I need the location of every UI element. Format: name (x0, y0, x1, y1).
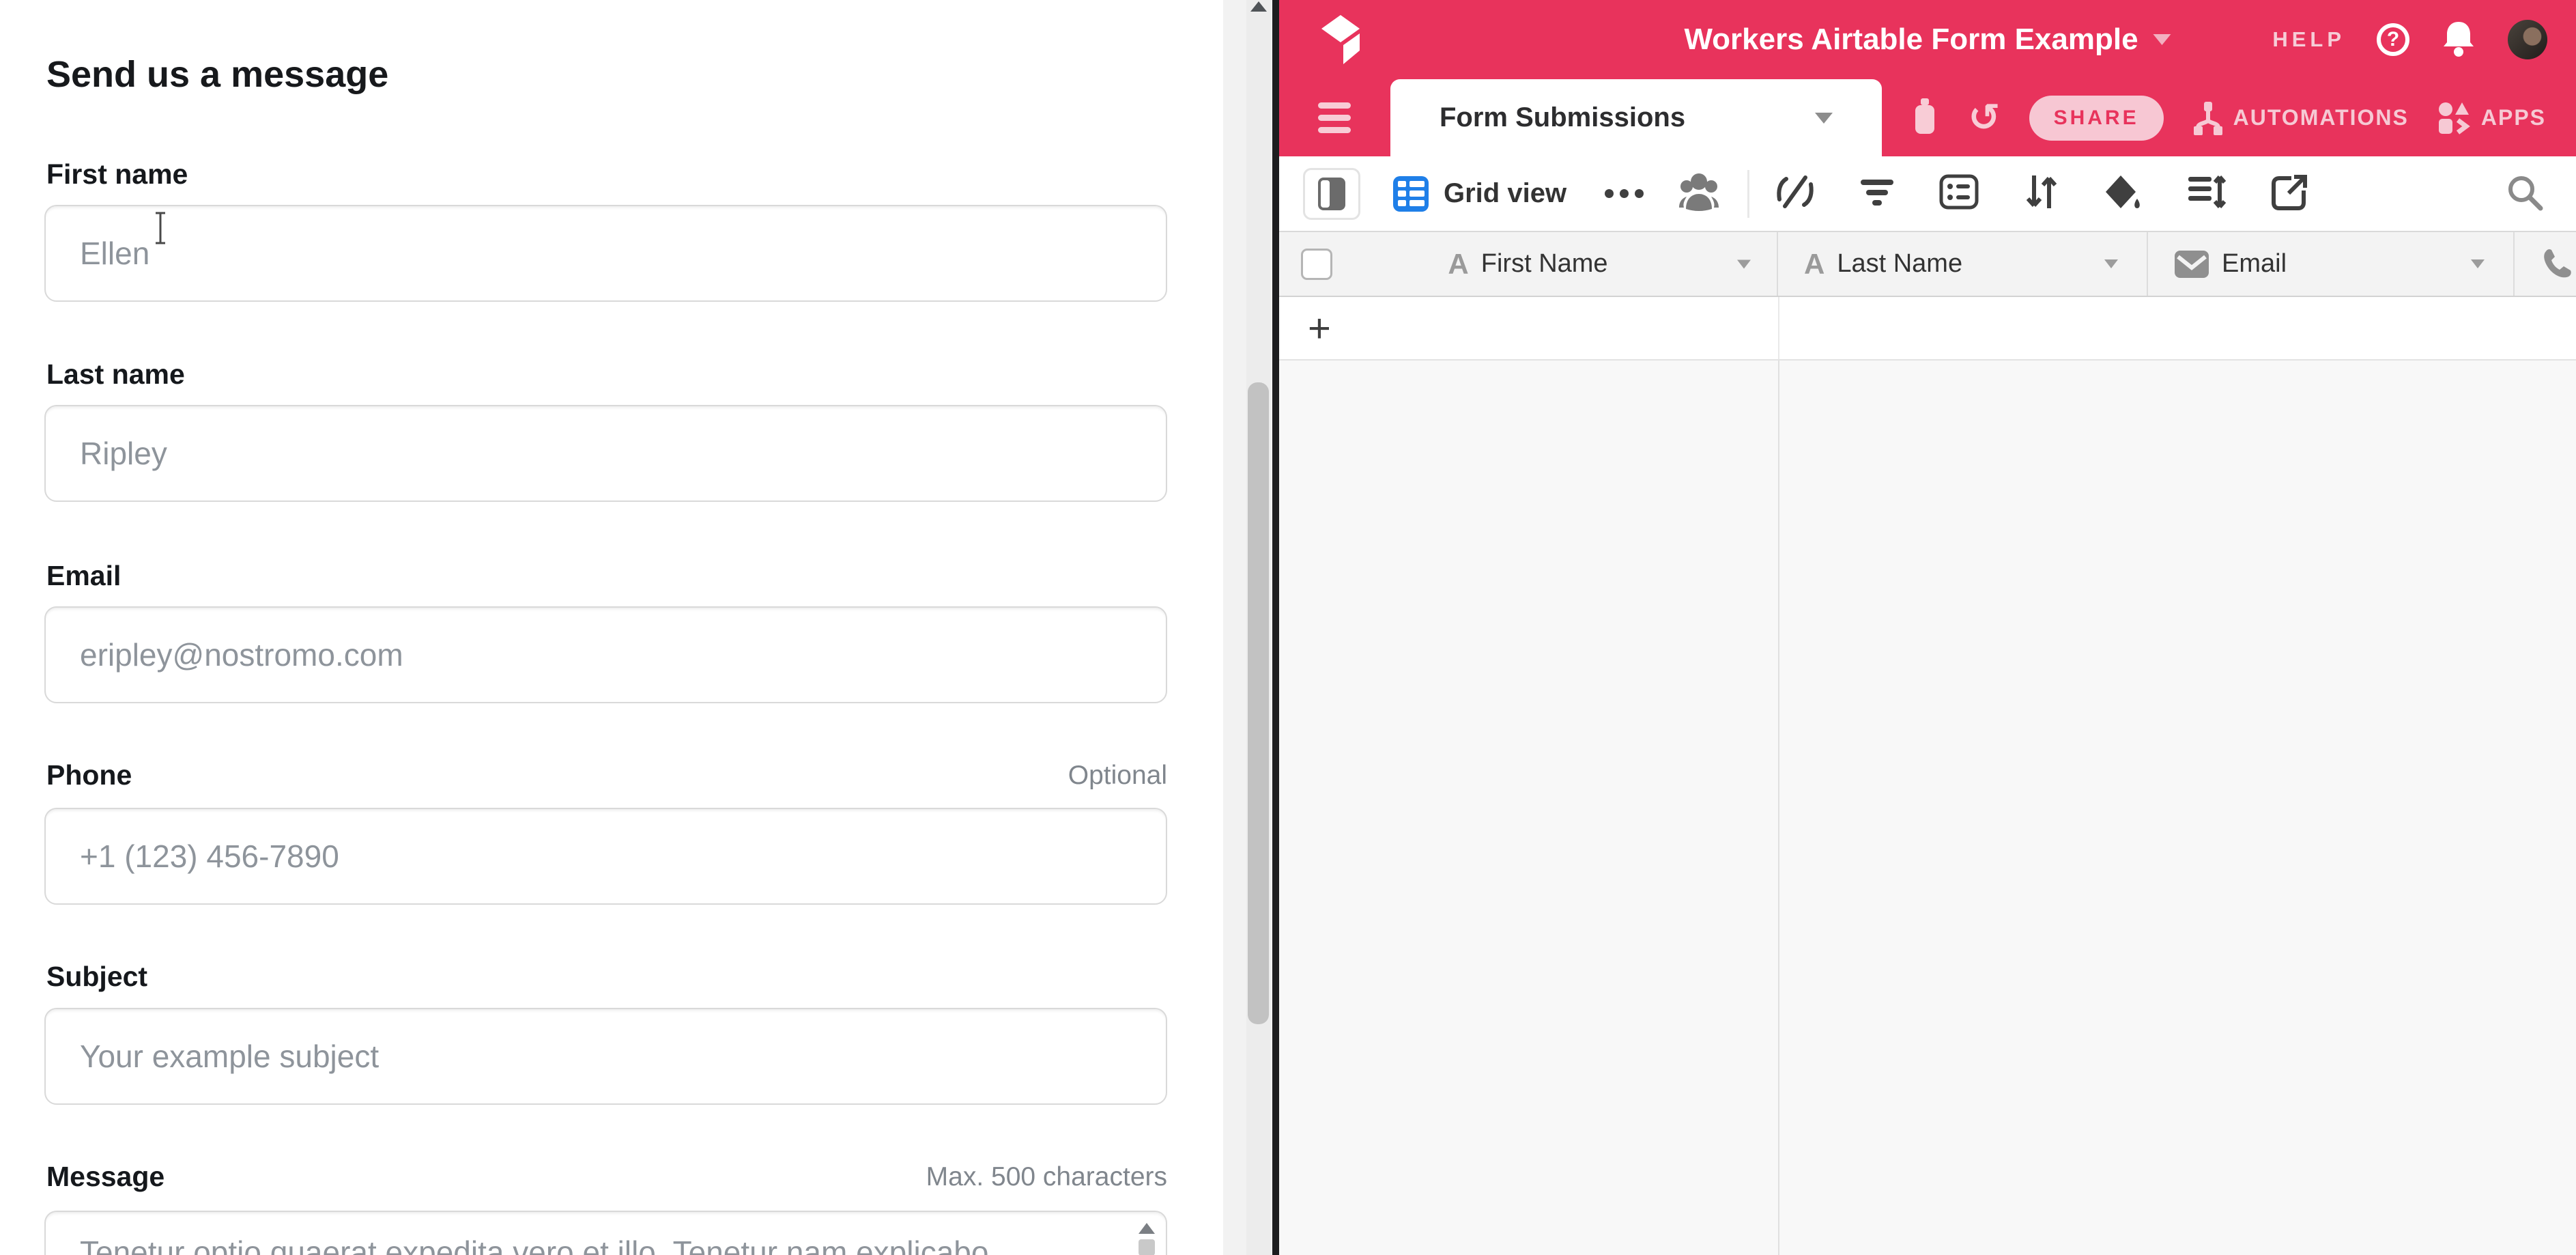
automations-button[interactable]: AUTOMATIONS (2192, 100, 2409, 136)
filter-icon[interactable] (1859, 174, 1895, 213)
phone-label: Phone (46, 759, 132, 791)
page-scroll-up-arrow-icon[interactable] (1250, 1, 1267, 12)
view-name[interactable]: Grid view (1444, 178, 1566, 209)
sort-icon[interactable] (2023, 173, 2059, 214)
page-scrollbar[interactable] (1223, 0, 1272, 1255)
last-name-input[interactable] (44, 405, 1167, 502)
grid-empty-area (1279, 361, 2576, 1255)
user-avatar[interactable] (2508, 20, 2547, 59)
help-button[interactable]: HELP (2272, 27, 2345, 52)
column-dropdown-icon[interactable] (1737, 259, 1751, 268)
column-header-first-name[interactable]: A First Name (1279, 232, 1778, 296)
column-dropdown-icon[interactable] (2104, 259, 2118, 268)
first-name-label: First name (46, 158, 188, 191)
contact-form-pane: Send us a message First name Last name E… (0, 0, 1223, 1255)
share-button[interactable]: SHARE (2029, 96, 2164, 141)
text-cursor-icon (152, 212, 169, 244)
screenshot-stage: Send us a message First name Last name E… (0, 0, 2576, 1255)
table-tabs-bar: Form Submissions ↺ SHARE (1279, 79, 2576, 156)
column-header-last-name[interactable]: A Last Name (1778, 232, 2148, 296)
sidebar-menu-icon[interactable] (1318, 102, 1351, 133)
table-tab-label: Form Submissions (1440, 102, 1685, 133)
frozen-column-divider (1778, 297, 1779, 359)
message-textarea[interactable] (44, 1211, 1167, 1255)
view-toolbar: Grid view (1279, 156, 2576, 231)
collaborators-icon[interactable] (1678, 172, 1720, 215)
column-header-phone[interactable]: Phone (2515, 232, 2576, 296)
field-type-text-icon: A (1448, 248, 1468, 281)
airtable-pane: Workers Airtable Form Example HELP ? (1279, 0, 2576, 1255)
airtable-topbar: Workers Airtable Form Example HELP ? (1279, 0, 2576, 79)
scroll-up-arrow-icon[interactable] (1139, 1223, 1155, 1234)
toolbar-separator (1747, 170, 1749, 218)
textarea-scrollbar-thumb[interactable] (1139, 1239, 1155, 1255)
side-panel-icon (1318, 178, 1345, 210)
search-icon[interactable] (2505, 173, 2543, 214)
history-icon[interactable]: ↺ (1969, 99, 2001, 137)
form-title: Send us a message (46, 53, 388, 96)
select-all-checkbox[interactable] (1301, 249, 1332, 280)
frozen-column-divider (1778, 361, 1779, 1255)
hide-fields-icon[interactable] (1775, 172, 1815, 215)
subject-label: Subject (46, 961, 147, 993)
email-label: Email (46, 560, 121, 592)
page-scrollbar-thumb[interactable] (1248, 382, 1269, 1024)
email-input[interactable] (44, 606, 1167, 703)
add-record-button[interactable]: + (1308, 305, 1331, 351)
trash-icon[interactable] (1910, 97, 1940, 139)
textarea-scrollbar[interactable] (1134, 1219, 1159, 1255)
view-options-ellipsis-icon[interactable] (1605, 189, 1644, 198)
group-icon[interactable] (1939, 174, 1979, 213)
open-view-external-icon[interactable] (2271, 173, 2309, 214)
automations-icon (2192, 100, 2224, 136)
row-height-icon[interactable] (2187, 174, 2227, 213)
help-question-icon[interactable]: ? (2377, 23, 2409, 56)
apps-button[interactable]: APPS (2437, 101, 2546, 135)
last-name-label: Last name (46, 358, 185, 391)
column-dropdown-icon[interactable] (2471, 259, 2485, 268)
add-record-row[interactable]: + (1279, 297, 2576, 361)
color-fill-icon[interactable] (2103, 173, 2143, 214)
contact-form: Send us a message First name Last name E… (0, 0, 1223, 1255)
column-header-email[interactable]: Email (2148, 232, 2515, 296)
airtable-base-logo-icon[interactable] (1320, 14, 1364, 66)
first-name-input[interactable] (44, 205, 1167, 302)
email-field-icon (2174, 250, 2209, 279)
field-type-text-icon: A (1804, 248, 1824, 281)
grid-view-icon (1393, 176, 1429, 212)
topbar-right-cluster: HELP ? (2272, 19, 2547, 61)
chevron-down-icon (2153, 34, 2171, 45)
message-maxchars-note: Max. 500 characters (926, 1162, 1167, 1192)
base-title-text: Workers Airtable Form Example (1684, 23, 2138, 57)
phone-optional-note: Optional (1068, 761, 1167, 791)
chevron-down-icon (1815, 113, 1833, 124)
view-sidebar-toggle-button[interactable] (1303, 168, 1360, 220)
apps-icon (2437, 101, 2472, 135)
tab-form-submissions[interactable]: Form Submissions (1390, 79, 1882, 156)
message-label: Message (46, 1161, 164, 1193)
window-divider (1272, 0, 1279, 1255)
notifications-bell-icon[interactable] (2441, 19, 2476, 61)
phone-input[interactable] (44, 808, 1167, 905)
phone-field-icon (2541, 247, 2575, 281)
base-title[interactable]: Workers Airtable Form Example (1684, 23, 2171, 57)
grid-header-row: A First Name A Last Name Email (1279, 231, 2576, 297)
tabbar-right-cluster: ↺ SHARE AUTOMATIONS (1910, 96, 2546, 141)
subject-input[interactable] (44, 1008, 1167, 1105)
